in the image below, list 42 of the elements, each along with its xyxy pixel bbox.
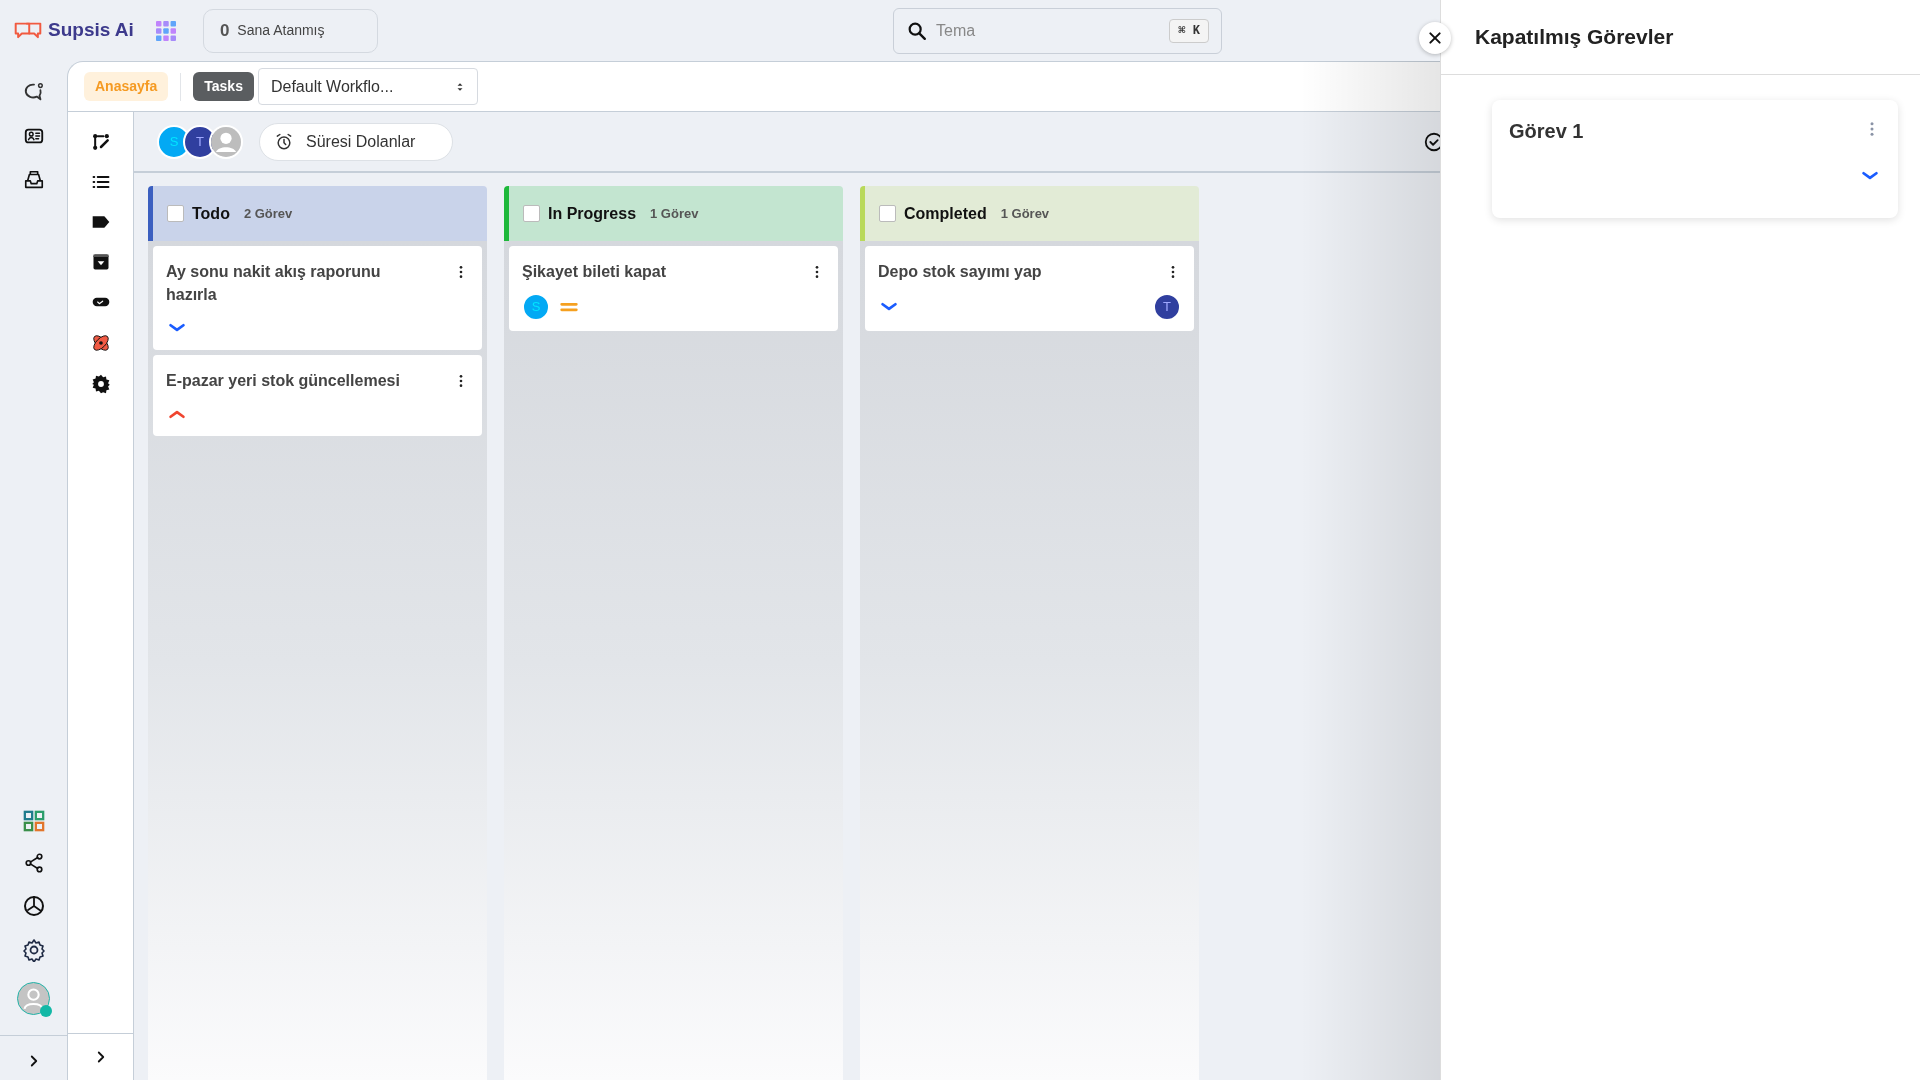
pie-chart-icon[interactable] bbox=[21, 894, 46, 918]
column-title: Completed bbox=[904, 203, 987, 224]
column-checkbox[interactable] bbox=[879, 205, 896, 222]
task-title: Şikayet bileti kapat bbox=[522, 262, 667, 282]
column-checkbox[interactable] bbox=[523, 205, 540, 222]
task-card[interactable]: Depo stok sayımı yap T bbox=[865, 246, 1194, 331]
task-count: 1 Görev bbox=[1000, 204, 1050, 223]
drawer-title: Kapatılmış Görevler bbox=[1475, 24, 1674, 51]
task-card[interactable]: E-pazar yeri stok güncellemesi bbox=[153, 355, 482, 436]
task-card[interactable]: Ay sonu nakit akış raporunu hazırla bbox=[153, 246, 482, 350]
close-button[interactable] bbox=[1419, 22, 1451, 54]
search-field[interactable]: Tema ⌘ K bbox=[893, 8, 1222, 54]
chat-bubble-icon[interactable] bbox=[22, 81, 45, 103]
share-icon[interactable] bbox=[22, 852, 45, 874]
assigned-to-you-button[interactable]: 0 Sana Atanmış bbox=[202, 8, 378, 53]
workflow-select[interactable]: Default Workflo... bbox=[257, 68, 478, 105]
breadcrumb-link[interactable]: Tasks bbox=[193, 72, 254, 101]
search-icon bbox=[906, 20, 928, 42]
alarm-clock-icon bbox=[274, 131, 294, 152]
grid-icon[interactable] bbox=[22, 810, 45, 832]
task-title: Görev 1 bbox=[1509, 119, 1584, 144]
overdue-filter-button[interactable]: Süresi Dolanlar bbox=[259, 122, 453, 161]
close-icon bbox=[1427, 30, 1443, 46]
avatar: S bbox=[522, 293, 550, 321]
task-card[interactable]: Görev 1 bbox=[1492, 100, 1898, 218]
task-count: 1 Görev bbox=[650, 204, 699, 223]
settings-icon[interactable] bbox=[90, 374, 111, 394]
task-title: E-pazar yeri stok güncellemesi bbox=[166, 371, 400, 391]
column-title: Todo bbox=[192, 203, 230, 224]
workflow-edit-icon[interactable] bbox=[90, 132, 111, 152]
task-card[interactable]: Şikayet bileti kapat S bbox=[509, 246, 838, 331]
task-count: 2 Görev bbox=[243, 204, 293, 223]
task-title: Depo stok sayımı yap bbox=[878, 262, 1042, 282]
inbox-tray-icon[interactable] bbox=[22, 169, 45, 191]
column-title: In Progress bbox=[548, 203, 637, 224]
settings-icon[interactable] bbox=[21, 938, 46, 962]
column-checkbox[interactable] bbox=[167, 205, 184, 222]
task-title: Ay sonu nakit akış raporunu hazırla bbox=[166, 262, 382, 305]
avatar-icon bbox=[209, 124, 243, 159]
avatar: T bbox=[1153, 293, 1181, 321]
shortcut-hint: ⌘ K bbox=[1169, 19, 1209, 43]
app-name: Supsis Ai bbox=[48, 18, 134, 43]
